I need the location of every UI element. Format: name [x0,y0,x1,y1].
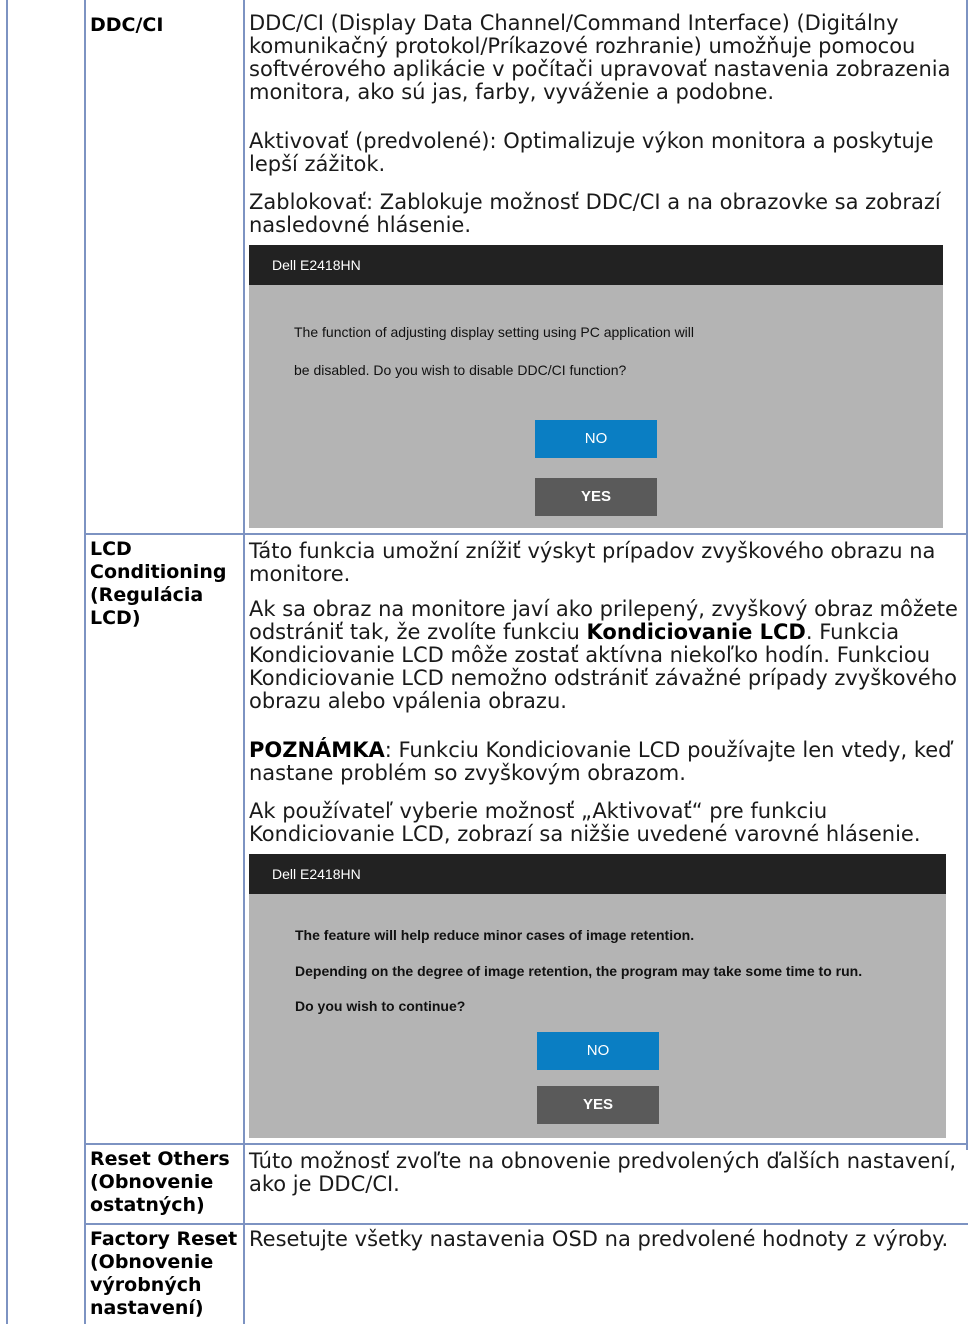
ddcci-disable-text: Zablokovať: Zablokuje možnosť DDC/CI a n… [249,190,941,237]
lcd-usage-text: Ak sa obraz na monitore javí ako prilepe… [249,598,965,713]
lcd-no-button[interactable]: NO [537,1032,659,1070]
term-lcd-conditioning: LCD Conditioning (Regulácia LCD) [90,538,240,630]
lcd-dialog-line3: Do you wish to continue? [295,998,466,1014]
lcd-dialog-title: Dell E2418HN [249,854,946,894]
table-border-left [6,0,8,1324]
row-divider-reset-others [84,1143,968,1145]
row-divider-lcd [84,533,968,535]
ddcci-dialog: Dell E2418HN The function of adjusting d… [249,245,943,528]
term-factory-reset-line2: (Obnovenie [90,1251,214,1273]
term-reset-others-line1: Reset Others [90,1148,230,1170]
term-reset-others-line2: (Obnovenie [90,1171,214,1193]
ddcci-dialog-title: Dell E2418HN [249,245,943,285]
term-lcd-line2: Conditioning [90,561,227,583]
lcd-warning-text: Ak používateľ vyberie možnosť „Aktivovať… [249,799,921,846]
lcd-note-label: POZNÁMKA [249,738,385,762]
term-lcd-line1: LCD [90,538,132,560]
lcd-description: Táto funkcia umožní znížiť výskyt prípad… [249,539,936,586]
table-border-term-left [84,0,86,1324]
table-border-desc-left [243,0,245,1324]
table-border-right [966,0,968,1150]
term-lcd-line3: (Regulácia [90,584,204,606]
term-factory-reset-line3: výrobných [90,1274,202,1296]
term-lcd-line4: LCD) [90,607,141,629]
lcd-note: POZNÁMKA: Funkciu Kondiciovanie LCD použ… [249,739,965,785]
ddcci-yes-button[interactable]: YES [535,478,657,516]
lcd-dialog-line2: Depending on the degree of image retenti… [295,963,863,979]
ddcci-enable-text: Aktivovať (predvolené): Optimalizuje výk… [249,129,934,176]
term-factory-reset-line4: nastavení) [90,1297,204,1319]
term-ddcci: DDC/CI [90,14,164,36]
lcd-dialog-line1: The feature will help reduce minor cases… [295,927,695,943]
term-factory-reset-line1: Factory Reset [90,1228,238,1250]
term-reset-others-line3: ostatných) [90,1194,205,1216]
lcd-dialog: Dell E2418HN The feature will help reduc… [249,854,946,1138]
ddcci-dialog-line2: be disabled. Do you wish to disable DDC/… [294,362,627,378]
ddcci-description: DDC/CI (Display Data Channel/Command Int… [249,11,951,104]
lcd-function-name: Kondiciovanie LCD [586,620,806,644]
term-factory-reset: Factory Reset (Obnovenie výrobných nasta… [90,1228,240,1320]
term-reset-others: Reset Others (Obnovenie ostatných) [90,1148,240,1217]
ddcci-dialog-line1: The function of adjusting display settin… [294,324,695,340]
reset-others-description: Túto možnosť zvoľte na obnovenie predvol… [249,1149,957,1196]
row-divider-factory-reset [84,1223,968,1225]
ddcci-no-button[interactable]: NO [535,420,657,458]
lcd-yes-button[interactable]: YES [537,1086,659,1124]
factory-reset-description: Resetujte všetky nastavenia OSD na predv… [249,1227,949,1251]
